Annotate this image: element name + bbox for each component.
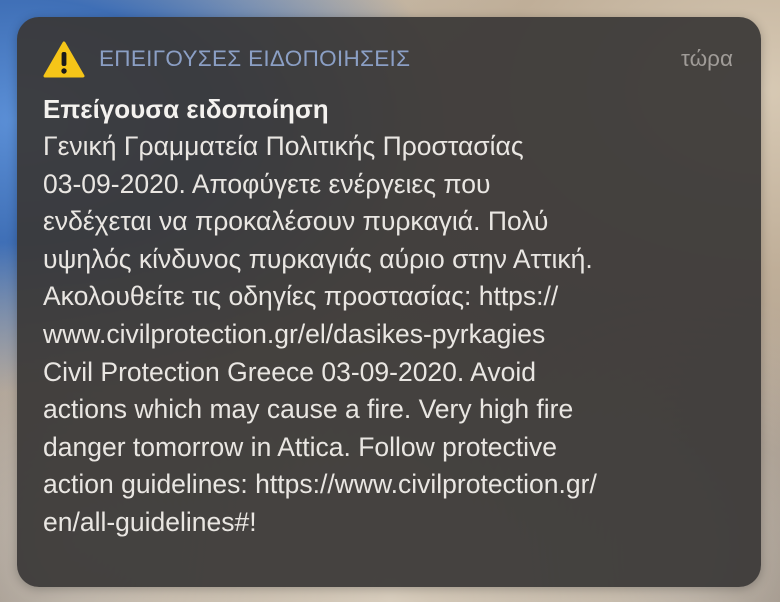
- warning-triangle-icon: [43, 41, 85, 77]
- notification-body: Γενική Γραμματεία Πολιτικής Προστασίας 0…: [43, 131, 597, 537]
- app-name: ΕΠΕΙΓΟΥΣΕΣ ΕΙΔΟΠΟΙΗΣΕΙΣ: [99, 46, 411, 71]
- notification-title: Επείγουσα ειδοποίηση: [43, 94, 329, 124]
- notification-header: ΕΠΕΙΓΟΥΣΕΣ ΕΙΔΟΠΟΙΗΣΕΙΣ τώρα: [43, 39, 735, 79]
- emergency-alert-notification[interactable]: ΕΠΕΙΓΟΥΣΕΣ ΕΙΔΟΠΟΙΗΣΕΙΣ τώρα Επείγουσα ε…: [17, 17, 761, 587]
- notification-time: τώρα: [681, 46, 733, 71]
